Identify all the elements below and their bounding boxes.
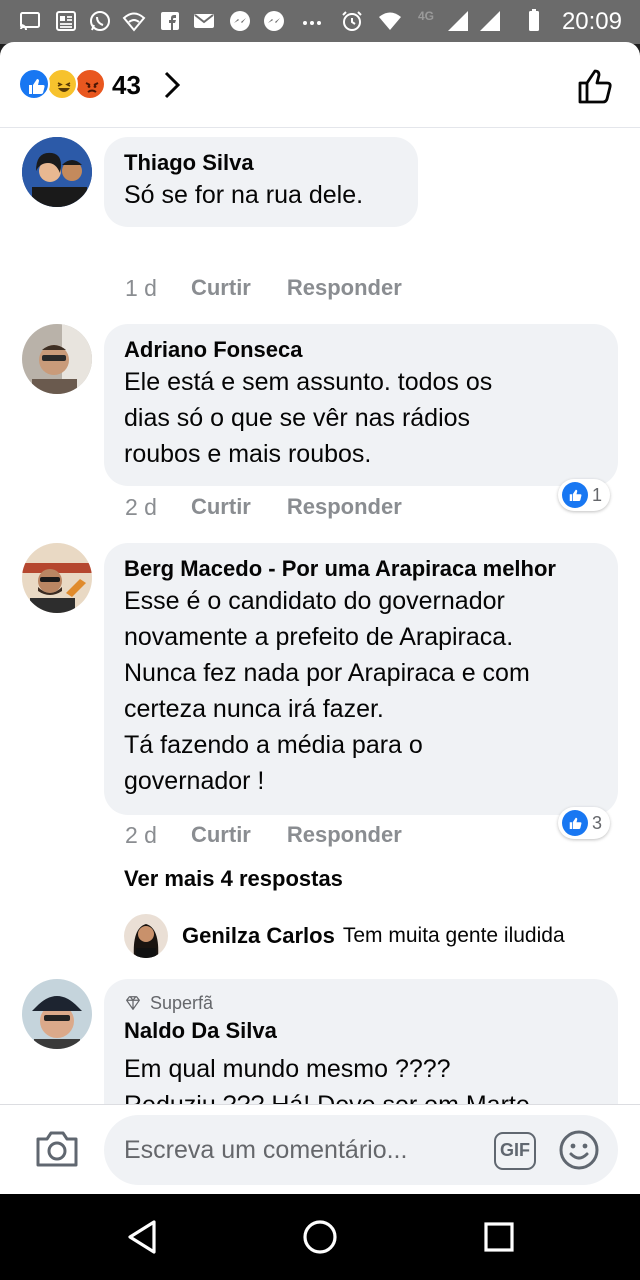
haha-reaction-icon bbox=[46, 68, 78, 100]
like-reaction-icon bbox=[562, 482, 588, 508]
avatar[interactable] bbox=[22, 543, 92, 613]
sheet-header: 43 bbox=[0, 42, 640, 128]
more-icon bbox=[303, 21, 321, 25]
reaction-count: 1 bbox=[592, 484, 603, 505]
messenger-icon bbox=[264, 11, 284, 31]
comment-author[interactable]: Adriano Fonseca bbox=[124, 336, 598, 364]
chevron-right-icon[interactable] bbox=[162, 69, 182, 101]
comments-sheet: 43 Thiago Silva Só se for na rua dele. 1… bbox=[0, 42, 640, 1194]
gif-button[interactable]: GIF bbox=[494, 1132, 536, 1170]
avatar[interactable] bbox=[22, 324, 92, 394]
mail-icon bbox=[194, 14, 214, 28]
reply-button[interactable]: Responder bbox=[287, 822, 402, 849]
wifi-signal-icon bbox=[379, 12, 401, 30]
comment-text: Em qual mundo mesmo ???? Reduziu ??? Há!… bbox=[124, 1055, 544, 1104]
battery-icon bbox=[529, 9, 539, 31]
comment-reactions[interactable]: 1 bbox=[558, 479, 611, 511]
reply-button[interactable]: Responder bbox=[287, 494, 402, 521]
back-icon[interactable] bbox=[124, 1218, 160, 1256]
comment-author[interactable]: Berg Macedo - Por uma Arapiraca melhor bbox=[124, 555, 598, 583]
like-reaction-icon bbox=[18, 68, 50, 100]
comment-time[interactable]: 2 d bbox=[125, 822, 157, 849]
like-reaction-icon bbox=[562, 810, 588, 836]
system-nav-bar bbox=[0, 1194, 640, 1280]
comment-bubble: Adriano Fonseca Ele está e sem assunto. … bbox=[104, 324, 618, 486]
reply-text: Tem muita gente iludida bbox=[342, 924, 565, 947]
status-time: 20:09 bbox=[561, 8, 622, 35]
messenger-icon bbox=[230, 11, 250, 31]
comment-bubble: Superfã Naldo Da Silva Em qual mundo mes… bbox=[104, 979, 618, 1104]
comment-actions: 1 d Curtir Responder bbox=[125, 275, 438, 302]
recents-icon[interactable] bbox=[482, 1218, 516, 1256]
like-thumb-icon[interactable] bbox=[576, 66, 616, 106]
alarm-icon bbox=[342, 11, 362, 31]
news-icon bbox=[56, 11, 76, 31]
reaction-count[interactable]: 43 bbox=[112, 70, 141, 101]
comment-time[interactable]: 2 d bbox=[125, 494, 157, 521]
cell-signal-icon bbox=[480, 11, 500, 31]
comment-author[interactable]: Thiago Silva bbox=[124, 149, 398, 177]
facebook-icon bbox=[161, 12, 179, 30]
comment-text: Ele está e sem assunto. todos os dias só… bbox=[124, 368, 493, 468]
comment-reactions[interactable]: 3 bbox=[558, 807, 611, 839]
angry-reaction-icon bbox=[74, 68, 106, 100]
comment-bubble: Thiago Silva Só se for na rua dele. bbox=[104, 137, 418, 227]
reply-button[interactable]: Responder bbox=[287, 275, 402, 302]
like-button[interactable]: Curtir bbox=[191, 275, 251, 302]
comment-input[interactable] bbox=[124, 1115, 484, 1185]
comment-time[interactable]: 1 d bbox=[125, 275, 157, 302]
network-type: 4G bbox=[418, 9, 435, 23]
reply-author[interactable]: Genilza Carlos bbox=[182, 923, 335, 949]
home-icon[interactable] bbox=[302, 1218, 338, 1256]
comment-composer: GIF bbox=[0, 1104, 640, 1194]
avatar[interactable] bbox=[22, 137, 92, 207]
like-button[interactable]: Curtir bbox=[191, 494, 251, 521]
comment-text: Só se for na rua dele. bbox=[124, 181, 364, 209]
cell-signal-icon bbox=[448, 11, 468, 31]
comment-bubble: Berg Macedo - Por uma Arapiraca melhor E… bbox=[104, 543, 618, 815]
avatar[interactable] bbox=[22, 979, 92, 1049]
emoji-icon[interactable] bbox=[558, 1129, 600, 1171]
reply-preview[interactable]: Genilza Carlos Tem muita gente iludida bbox=[124, 914, 565, 958]
avatar[interactable] bbox=[124, 914, 168, 958]
comment-actions: 2 d Curtir Responder bbox=[125, 822, 438, 849]
badge-label: Superfã bbox=[150, 993, 214, 1013]
comment-input-container: GIF bbox=[104, 1115, 618, 1185]
comment-list[interactable]: Thiago Silva Só se for na rua dele. 1 d … bbox=[0, 129, 640, 1104]
reaction-count: 3 bbox=[592, 812, 603, 833]
reactions-summary[interactable] bbox=[18, 68, 118, 102]
comment-author[interactable]: Naldo Da Silva bbox=[124, 1017, 598, 1045]
wifi-icon bbox=[122, 12, 146, 32]
whatsapp-icon bbox=[90, 11, 110, 31]
view-more-replies-link[interactable]: Ver mais 4 respostas bbox=[124, 866, 343, 892]
cast-icon bbox=[20, 12, 40, 31]
comment-text: Esse é o candidato do governador novamen… bbox=[124, 587, 530, 795]
diamond-icon bbox=[126, 996, 140, 1010]
comment-actions: 2 d Curtir Responder bbox=[125, 494, 438, 521]
like-button[interactable]: Curtir bbox=[191, 822, 251, 849]
camera-icon[interactable] bbox=[34, 1129, 80, 1169]
status-bar: 4G 20:09 bbox=[0, 0, 640, 44]
top-fan-badge: Superfã bbox=[124, 991, 598, 1015]
